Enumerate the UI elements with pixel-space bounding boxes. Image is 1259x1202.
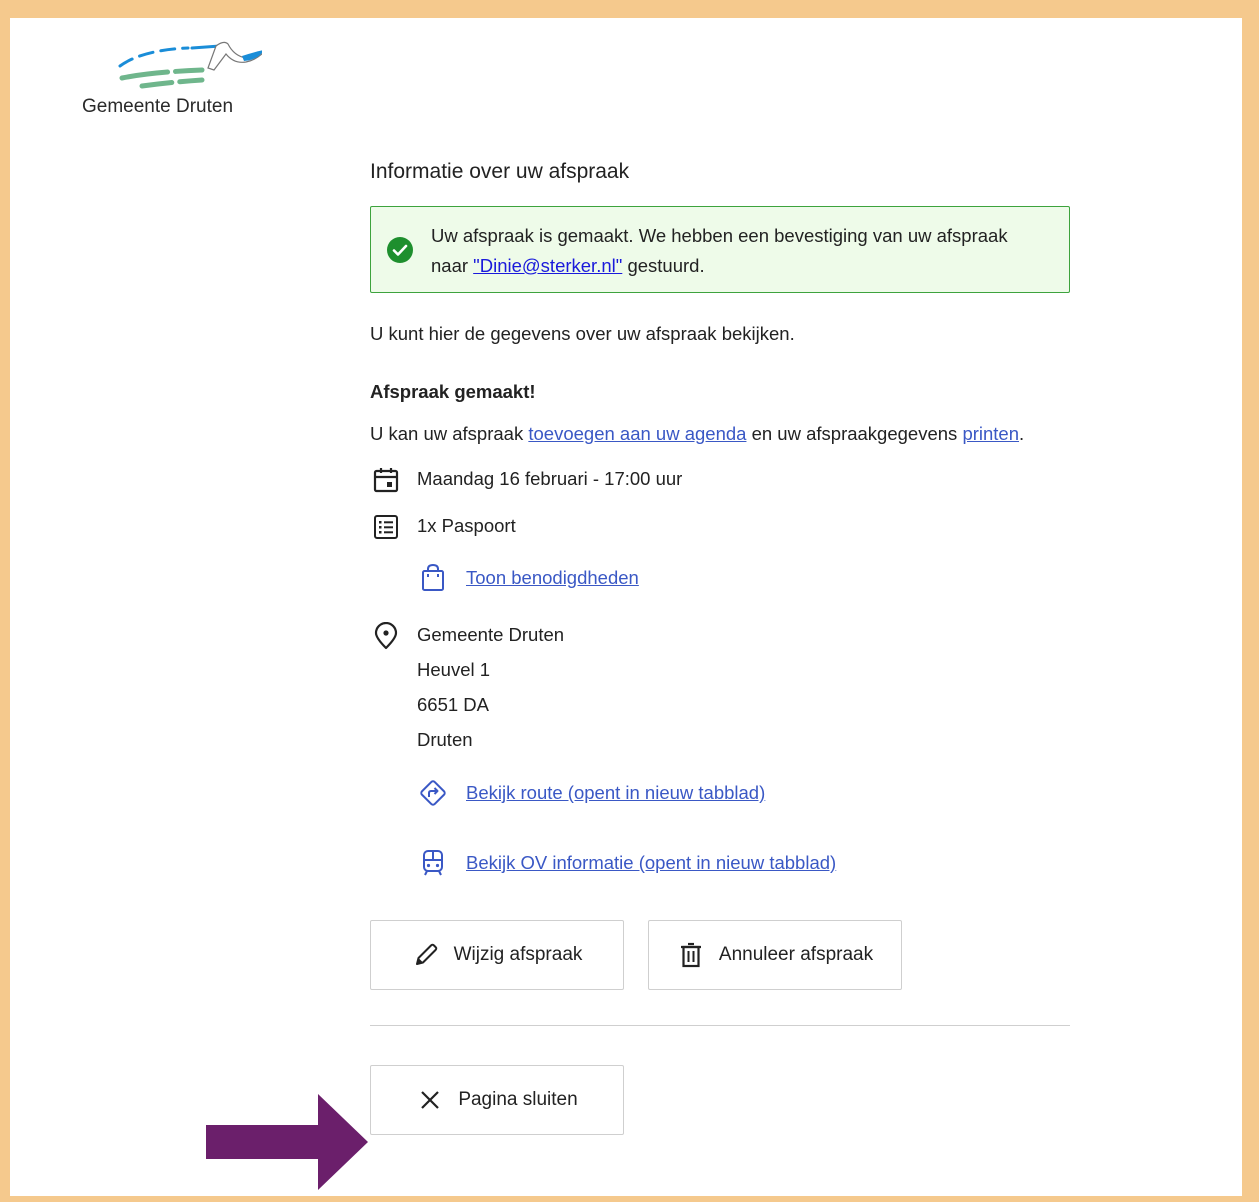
page-frame: Gemeente Druten Informatie over uw afspr… <box>10 18 1242 1196</box>
trash-icon <box>680 942 701 968</box>
add-to-calendar-link[interactable]: toevoegen aan uw agenda <box>528 423 746 444</box>
location-street: Heuvel 1 <box>417 659 491 680</box>
cancel-appointment-label: Annuleer afspraak <box>718 944 874 965</box>
close-page-label: Pagina sluiten <box>458 1089 578 1110</box>
shopping-bag-icon <box>422 563 444 591</box>
success-alert: Uw afspraak is gemaakt. We hebben een be… <box>370 206 1070 293</box>
requirements-row: Toon benodigdheden <box>370 560 1070 595</box>
location-postcode: 6651 DA <box>417 694 489 715</box>
bird-logo-icon <box>118 41 262 89</box>
print-link[interactable]: printen <box>962 423 1019 444</box>
list-icon <box>374 515 398 539</box>
page-title: Informatie over uw afspraak <box>370 160 630 183</box>
appointment-content: Informatie over uw afspraak Uw afspraak … <box>370 160 1070 1135</box>
change-appointment-button[interactable]: Wijzig afspraak <box>370 920 624 990</box>
appointment-datetime: Maandag 16 februari - 17:00 uur <box>417 468 683 489</box>
location-city: Druten <box>417 729 473 750</box>
agenda-paragraph: U kan uw afspraak toevoegen aan uw agend… <box>370 416 1070 451</box>
close-page-button[interactable]: Pagina sluiten <box>370 1065 624 1135</box>
ov-info-link[interactable]: Bekijk OV informatie (opent in nieuw tab… <box>466 852 836 873</box>
divider <box>370 1025 1070 1026</box>
location-name: Gemeente Druten <box>417 624 565 645</box>
appointment-product: 1x Paspoort <box>417 515 516 536</box>
check-circle-icon <box>387 237 413 263</box>
train-icon <box>423 850 443 876</box>
route-link[interactable]: Bekijk route (opent in nieuw tabblad) <box>466 782 765 803</box>
date-row: Maandag 16 februari - 17:00 uur <box>370 461 1070 496</box>
change-appointment-label: Wijzig afspraak <box>453 944 583 965</box>
agenda-text-3: . <box>1019 423 1025 444</box>
agenda-text-2: en uw afspraakgegevens <box>746 423 963 444</box>
municipality-logo[interactable]: Gemeente Druten <box>82 34 262 124</box>
pencil-icon <box>415 943 437 965</box>
cancel-appointment-button[interactable]: Annuleer afspraak <box>648 920 902 990</box>
alert-text-after: gestuurd. <box>622 255 705 276</box>
show-requirements-link[interactable]: Toon benodigdheden <box>466 567 639 588</box>
route-icon <box>420 780 446 806</box>
close-icon <box>421 1091 440 1109</box>
route-row: Bekijk route (opent in nieuw tabblad) <box>370 775 1070 810</box>
arrow-annotation-icon <box>206 1094 368 1190</box>
agenda-text-1: U kan uw afspraak <box>370 423 529 444</box>
email-link[interactable]: "Dinie@sterker.nl" <box>473 255 622 276</box>
intro-text: U kunt hier de gegevens over uw afspraak… <box>370 323 795 344</box>
location-row: Gemeente Druten Heuvel 1 6651 DA Druten <box>370 617 1070 757</box>
calendar-icon <box>373 468 399 493</box>
ov-row: Bekijk OV informatie (opent in nieuw tab… <box>370 845 1070 880</box>
action-buttons: Wijzig afspraak Annuleer afspraak <box>370 920 1070 990</box>
section-heading: Afspraak gemaakt! <box>370 381 536 402</box>
product-row: 1x Paspoort <box>370 508 1070 543</box>
map-pin-icon <box>374 622 398 650</box>
logo-text: Gemeente Druten <box>82 96 234 117</box>
